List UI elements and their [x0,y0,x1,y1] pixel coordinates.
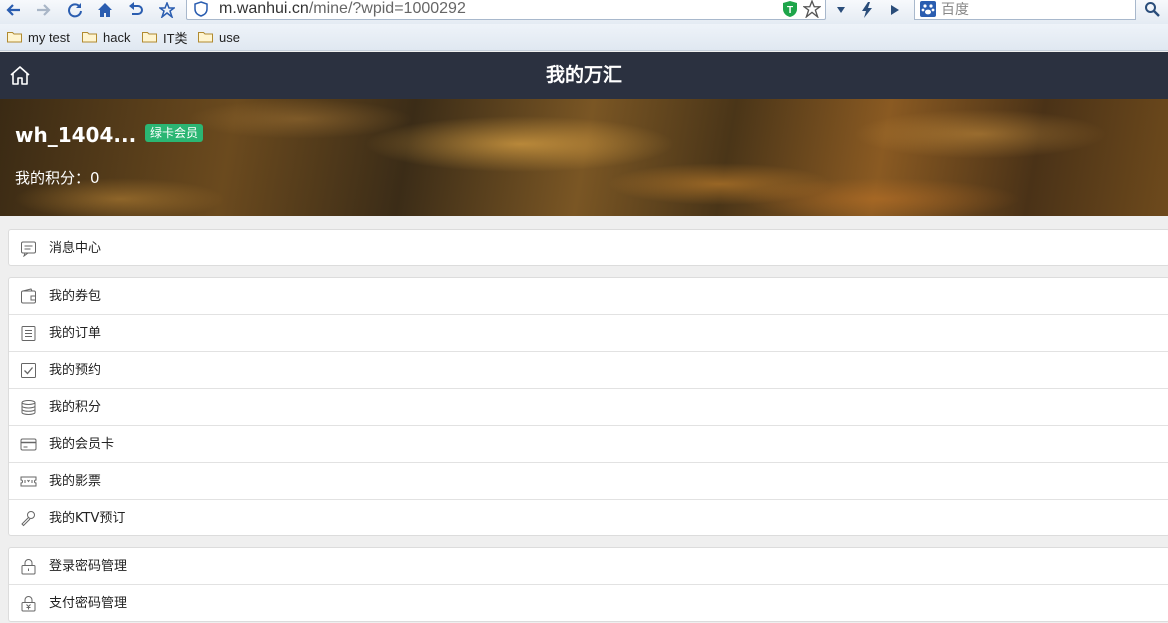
undo-icon[interactable] [126,0,146,20]
menu-item-login-password[interactable]: 登录密码管理 [9,548,1168,585]
url-text: m.wanhui.cn/mine/?wpid=1000292 [219,0,466,17]
menu-label: 支付密码管理 [49,596,128,611]
folder-icon [142,32,157,43]
microphone-icon [21,511,35,527]
baidu-paw-icon [920,1,936,17]
menu-label: 我的订单 [49,326,102,341]
card-icon [20,438,37,451]
menu-label: 我的积分 [49,400,102,415]
username: wh_1404... [15,123,137,147]
bookmarks-bar: my test hack IT类 use [0,24,1168,51]
svg-text:T: T [787,5,793,16]
folder-icon [82,32,97,43]
menu-label: 我的券包 [49,289,102,304]
lock-icon [21,559,36,575]
menu-item-points[interactable]: 我的积分 [9,389,1168,426]
shield-icon [193,1,209,17]
browser-toolbar: m.wanhui.cn/mine/?wpid=1000292 T 百度 [0,0,1168,24]
points-summary: 我的积分：0 [15,169,100,187]
home-page-icon[interactable] [95,0,115,20]
menu-label: 我的会员卡 [49,437,115,452]
folder-icon [198,32,213,43]
profile-banner: wh_1404... 绿卡会员 我的积分：0 [0,99,1168,216]
message-icon [21,241,36,257]
search-placeholder: 百度 [941,1,969,17]
bookmark-star-icon[interactable] [802,0,822,19]
bookmark-hack[interactable]: hack [82,28,130,46]
favorite-star-icon[interactable] [157,0,177,20]
forward-icon[interactable] [33,0,53,20]
menu-item-coupons[interactable]: 我的券包 [9,278,1168,315]
back-icon[interactable] [4,0,24,20]
menu-label: 登录密码管理 [49,559,128,574]
menu-item-movie-tickets[interactable]: 我的影票 [9,463,1168,500]
lightning-icon[interactable] [856,0,878,20]
folder-icon [7,32,22,43]
menu-group-security: 登录密码管理 支付密码管理 [8,547,1168,622]
menu-group-messages: 消息中心 [8,229,1168,266]
bookmark-my-test[interactable]: my test [7,28,70,46]
member-badge: 绿卡会员 [145,124,204,142]
coins-icon [21,400,36,416]
ticket-icon [20,476,37,487]
wallet-icon [21,288,36,304]
menu-item-messages[interactable]: 消息中心 [9,230,1168,267]
app-header: 我的万汇 [0,52,1168,99]
menu-group-mine: 我的券包 我的订单 我的预约 我的积分 我的会员卡 我的影票 我的KTV预订 [8,277,1168,536]
menu-item-orders[interactable]: 我的订单 [9,315,1168,352]
menu-item-member-card[interactable]: 我的会员卡 [9,426,1168,463]
search-icon[interactable] [1136,0,1168,20]
address-bar[interactable]: m.wanhui.cn/mine/?wpid=1000292 T [186,0,826,20]
menu-label: 我的KTV预订 [49,511,126,526]
page-title: 我的万汇 [545,64,622,86]
menu-label: 我的影票 [49,474,102,489]
menu-item-pay-password[interactable]: 支付密码管理 [9,585,1168,622]
bookmark-it[interactable]: IT类 [142,28,188,46]
bookmark-use[interactable]: use [198,28,240,46]
menu-label: 消息中心 [49,241,102,256]
yen-lock-icon [21,596,36,612]
dropdown-arrow-icon[interactable] [830,0,852,20]
order-list-icon [21,326,36,341]
refresh-icon[interactable] [65,0,85,20]
menu-item-ktv[interactable]: 我的KTV预订 [9,500,1168,537]
security-plugin-icon[interactable]: T [781,0,799,18]
search-box[interactable]: 百度 [914,0,1136,20]
play-icon[interactable] [884,0,906,20]
menu-label: 我的预约 [49,363,102,378]
menu-item-reservations[interactable]: 我的预约 [9,352,1168,389]
checkbox-icon [21,363,36,378]
